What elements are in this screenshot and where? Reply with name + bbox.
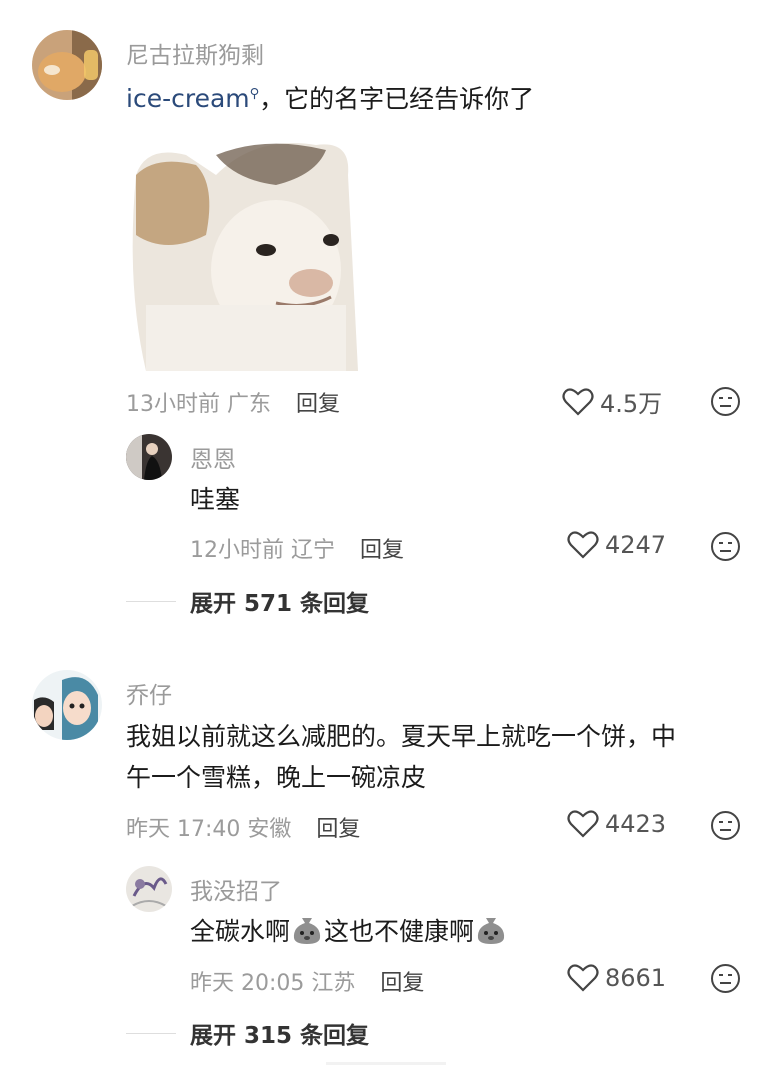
comment-text: ，它的名字已经告诉你了 [259,84,535,114]
like-button[interactable]: 8661 [567,963,666,993]
like-button[interactable]: 4247 [567,530,666,560]
like-count: 4.5万 [600,390,663,418]
dislike-face-icon[interactable] [710,386,741,417]
comment-content: 我姐以前就这么减肥的。夏天早上就吃一个饼，中 午一个雪糕，晚上一碗凉皮 [126,716,746,798]
reply-button[interactable]: 回复 [316,817,360,842]
like-button[interactable]: 4.5万 [562,384,662,419]
comment-text-line: 午一个雪糕，晚上一碗凉皮 [126,763,427,792]
timestamp: 昨天 20:05 [190,971,305,996]
dislike-face-icon[interactable] [710,810,741,841]
reply-button[interactable]: 回复 [380,971,424,996]
reply-text: 这也不健康啊 [324,917,475,946]
username[interactable]: 恩恩 [190,440,236,474]
comment-meta: 13小时前 广东 回复 [126,386,340,418]
timestamp: 13小时前 [126,392,220,417]
username[interactable]: 乔仔 [126,676,172,710]
reply-meta: 12小时前 辽宁 回复 [190,532,404,564]
divider [126,1032,176,1034]
cartoon-avatar-image [32,670,102,740]
reply-content: 哇塞 [190,485,241,514]
heart-outline-icon [567,531,599,559]
heart-outline-icon [567,810,599,838]
money-bag-emoji [477,918,505,944]
avatar[interactable] [32,670,102,740]
reply-text: 全碳水啊 [190,917,291,946]
reply-button[interactable]: 回复 [360,538,404,563]
comment-meta: 昨天 17:40 安徽 回复 [126,811,360,843]
expand-label: 展开 571 条回复 [190,591,370,617]
expand-label: 展开 315 条回复 [190,1023,370,1049]
heart-outline-icon [567,964,599,992]
mention-link[interactable]: ice-cream⚲ [126,84,259,113]
timestamp: 昨天 17:40 [126,817,241,842]
divider [126,600,176,602]
location: 安徽 [247,817,292,842]
dislike-face-icon[interactable] [710,963,741,994]
like-count: 4423 [605,810,667,838]
avatar[interactable] [126,866,172,912]
comment-text-line: 我姐以前就这么减肥的。夏天早上就吃一个饼，中 [126,722,677,751]
expand-replies-button[interactable]: 展开 571 条回复 [126,584,369,618]
like-button[interactable]: 4423 [567,809,666,839]
person-avatar-image [126,434,172,480]
avatar[interactable] [32,30,102,100]
location: 辽宁 [291,538,336,563]
money-bag-emoji [293,918,321,944]
search-mention-icon: ⚲ [249,87,260,102]
location: 广东 [227,392,272,417]
reply-button[interactable]: 回复 [296,392,340,417]
cat-avatar-image [32,30,102,100]
username[interactable]: 尼古拉斯狗剩 [126,36,264,70]
dislike-face-icon[interactable] [710,531,741,562]
comment-content: ice-cream⚲，它的名字已经告诉你了 [126,74,534,119]
like-count: 8661 [605,964,667,992]
cat-sticker-image[interactable] [126,135,358,371]
expand-replies-button[interactable]: 展开 315 条回复 [126,1016,369,1050]
location: 江苏 [311,971,356,996]
reply-content: 全碳水啊 这也不健康啊 [190,911,508,952]
reply-meta: 昨天 20:05 江苏 回复 [190,965,424,997]
heart-outline-icon [562,387,594,416]
timestamp: 12小时前 [190,538,284,563]
like-count: 4247 [605,531,667,559]
username[interactable]: 我没招了 [190,872,282,906]
avatar[interactable] [126,434,172,480]
sketch-avatar-image [126,866,172,912]
watermark-strip [326,1062,446,1065]
